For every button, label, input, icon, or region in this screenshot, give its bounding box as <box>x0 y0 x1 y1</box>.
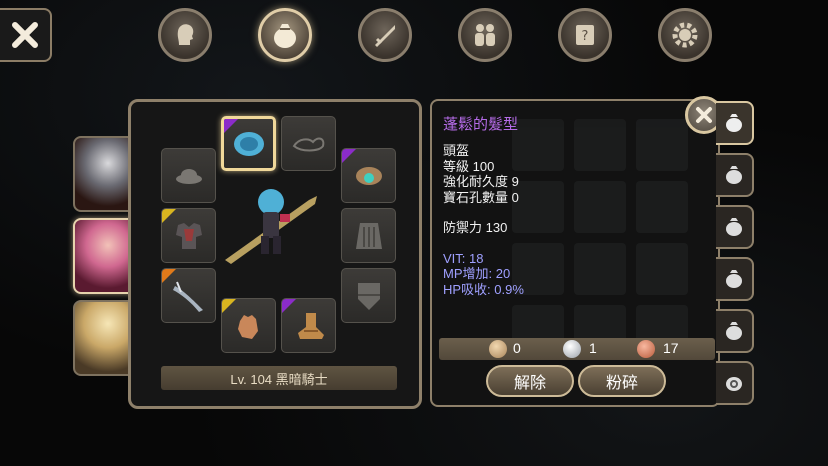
item-type: 頭盔 <box>443 143 470 158</box>
rarity-marker <box>224 119 238 133</box>
copper-amount: 17 <box>663 340 679 356</box>
cape-slot[interactable] <box>341 208 396 263</box>
armor-icon <box>175 222 202 249</box>
gold-amount: 0 <box>513 340 521 356</box>
svg-text:?: ? <box>582 29 589 44</box>
bag-icon <box>726 322 742 340</box>
shield-slot[interactable] <box>341 268 396 323</box>
cape-placeholder-icon <box>355 222 382 249</box>
bag-icon <box>726 270 742 288</box>
bag-tab-4[interactable] <box>716 257 754 301</box>
face-slot[interactable] <box>281 116 336 171</box>
gold-coin-icon <box>489 340 507 358</box>
rarity-marker <box>342 149 356 163</box>
stat-mp: MP增加: 20 <box>443 266 511 281</box>
hair-slot[interactable] <box>221 116 276 171</box>
copper-coin-icon <box>637 340 655 358</box>
silver-amount: 1 <box>589 340 597 356</box>
boots-slot[interactable] <box>281 298 336 353</box>
tab-bag[interactable] <box>258 8 312 62</box>
quest-scroll-icon: ? <box>576 25 594 45</box>
gloves-icon <box>237 314 258 339</box>
tab-settings[interactable] <box>658 8 712 62</box>
rarity-marker <box>162 269 176 283</box>
blue-hair-icon <box>233 131 264 156</box>
item-info-panel: 蓬鬆的髮型 頭盔 等級 100 強化耐久度 9 寶石孔數量 0 防禦力 130 … <box>430 99 720 407</box>
bag-icon <box>726 114 742 132</box>
item-name: 蓬鬆的髮型 <box>443 116 519 133</box>
earring-slot[interactable] <box>341 148 396 203</box>
crush-button[interactable]: 粉碎 <box>578 365 666 397</box>
close-x-icon <box>12 22 38 48</box>
close-button[interactable] <box>0 8 52 62</box>
item-defense: 防禦力 130 <box>443 220 508 235</box>
item-durability: 強化耐久度 9 <box>443 174 519 189</box>
weapon-slot[interactable] <box>161 268 216 323</box>
character-head-icon <box>177 24 194 45</box>
rarity-marker <box>162 209 176 223</box>
face-placeholder-icon <box>292 137 324 151</box>
bag-tab-1[interactable] <box>716 101 754 145</box>
character-sprite <box>225 189 317 264</box>
currency-bar: 0 1 17 <box>439 338 715 360</box>
shield-placeholder-icon <box>357 282 380 310</box>
close-x-icon <box>696 107 712 123</box>
tab-party[interactable] <box>458 8 512 62</box>
bag-search-icon <box>726 377 742 391</box>
bag-icon <box>726 218 742 236</box>
bag-tab-2[interactable] <box>716 153 754 197</box>
rarity-marker <box>282 299 296 313</box>
armor-slot[interactable] <box>161 208 216 263</box>
hat-slot[interactable] <box>161 148 216 203</box>
skill-sword-icon <box>375 25 395 47</box>
bag-icon <box>274 24 296 48</box>
party-icon <box>475 24 495 46</box>
silver-coin-icon <box>563 340 581 358</box>
unequip-button[interactable]: 解除 <box>486 365 574 397</box>
tab-skill[interactable] <box>358 8 412 62</box>
stat-hp-absorb: HP吸收: 0.9% <box>443 281 524 297</box>
rarity-marker <box>222 299 236 313</box>
item-gem-slots: 寶石孔數量 0 <box>443 189 519 205</box>
bag-icon <box>726 166 742 184</box>
inventory-grid-background <box>512 119 712 359</box>
settings-gear-icon <box>672 22 698 48</box>
boots-icon <box>297 312 324 339</box>
item-level: 等級 100 <box>443 158 495 174</box>
earring-icon <box>355 166 382 185</box>
bag-tab-3[interactable] <box>716 205 754 249</box>
tab-quest[interactable]: ? <box>558 8 612 62</box>
hat-placeholder-icon <box>175 168 202 184</box>
equipment-panel: Lv. 104 黑暗騎士 <box>128 99 422 409</box>
stat-vit: VIT: 18 <box>443 250 484 266</box>
bag-tab-5[interactable] <box>716 309 754 353</box>
gloves-slot[interactable] <box>221 298 276 353</box>
bag-search-tab[interactable] <box>716 361 754 405</box>
tab-character[interactable] <box>158 8 212 62</box>
level-class-label: Lv. 104 黑暗騎士 <box>161 366 397 390</box>
